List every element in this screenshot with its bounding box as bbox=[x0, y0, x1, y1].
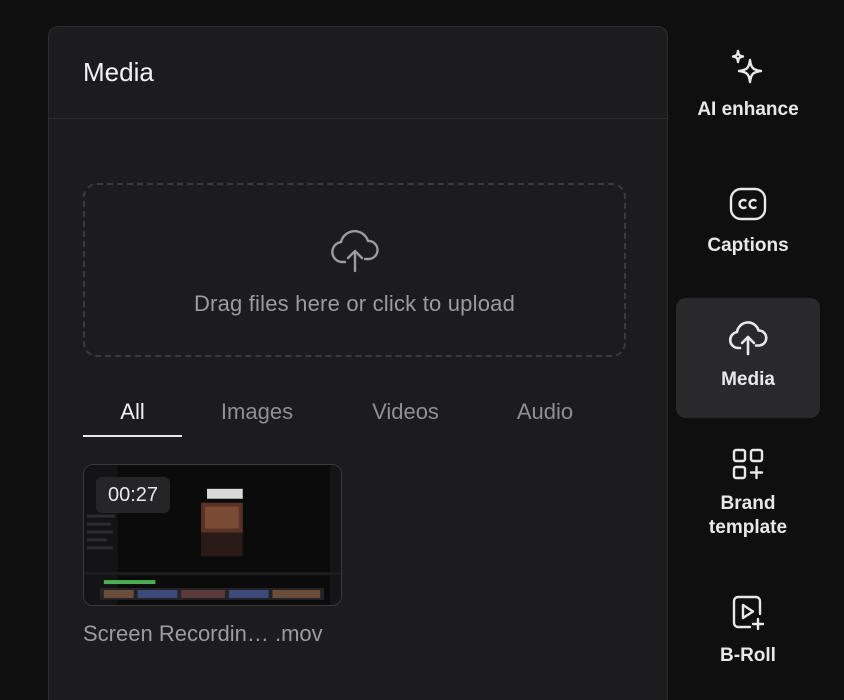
sidebar-item-media[interactable]: Media bbox=[676, 298, 820, 418]
play-plus-icon bbox=[732, 595, 765, 631]
cloud-upload-icon bbox=[330, 230, 379, 273]
tab-videos[interactable]: Videos bbox=[332, 387, 479, 437]
cloud-upload-icon bbox=[728, 321, 768, 356]
tab-label: All bbox=[120, 399, 145, 424]
sidebar-item-label: B-Roll bbox=[720, 645, 776, 666]
tab-audio[interactable]: Audio bbox=[479, 387, 611, 437]
tab-label: Videos bbox=[372, 399, 439, 424]
sidebar-item-label: Media bbox=[721, 369, 775, 390]
sidebar-item-label: AI enhance bbox=[697, 99, 799, 120]
sidebar-item-b-roll[interactable]: B-Roll bbox=[676, 592, 820, 700]
sidebar-item-captions[interactable]: Captions bbox=[676, 184, 820, 294]
panel-header: Media bbox=[49, 27, 667, 119]
media-thumbnail[interactable]: 00:27 bbox=[83, 464, 342, 606]
duration-badge: 00:27 bbox=[96, 477, 171, 513]
sidebar-item-label: Brand template bbox=[708, 493, 788, 538]
tab-label: Images bbox=[220, 399, 294, 424]
media-file-name: Screen Recordin… .mov bbox=[83, 621, 323, 646]
tab-all[interactable]: All bbox=[83, 387, 182, 437]
upload-dropzone[interactable]: Drag files here or click to upload bbox=[83, 183, 626, 357]
dropzone-text: Drag files here or click to upload bbox=[193, 291, 516, 316]
sidebar-item-label: Captions bbox=[707, 235, 789, 256]
media-panel: Media Drag files here or click to upload… bbox=[48, 26, 668, 700]
sparkles-icon bbox=[731, 49, 763, 84]
tab-label: Audio bbox=[516, 399, 574, 424]
tab-images[interactable]: Images bbox=[182, 387, 332, 437]
sidebar-item-brand-template[interactable]: Brand template bbox=[676, 444, 820, 554]
grid-plus-icon bbox=[732, 448, 764, 480]
panel-title: Media bbox=[83, 57, 154, 87]
media-filter-tabs: All Images Videos Audio bbox=[83, 387, 623, 437]
cc-icon bbox=[729, 187, 767, 221]
sidebar-item-ai-enhance[interactable]: AI enhance bbox=[676, 46, 820, 156]
